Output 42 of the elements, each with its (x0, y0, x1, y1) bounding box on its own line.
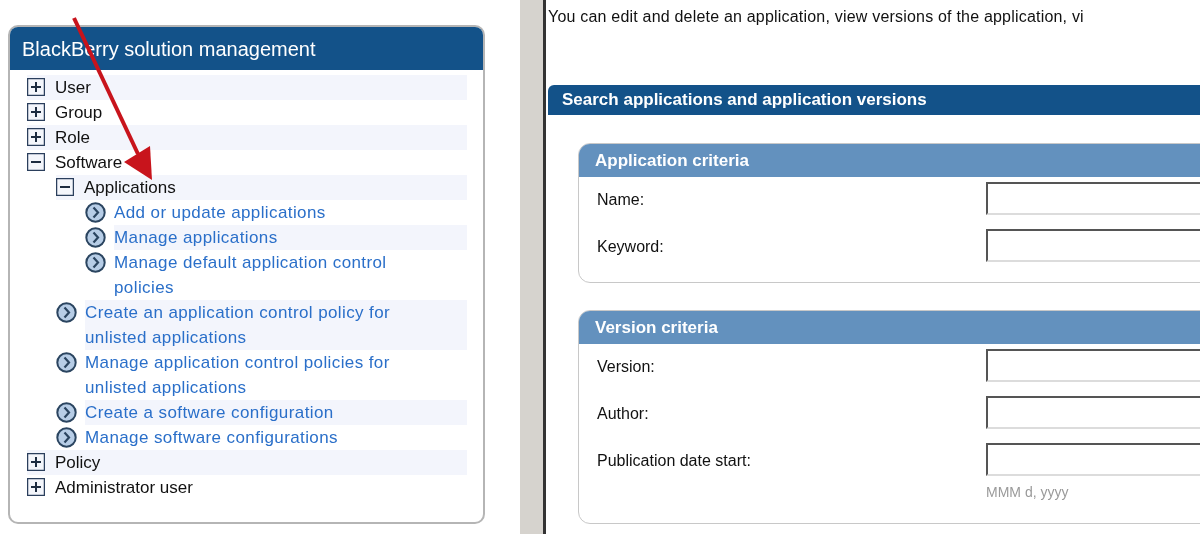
search-title: Search applications and application versions (562, 89, 927, 112)
tree-link[interactable]: Manage software configurations (85, 425, 467, 450)
format-hint: MMM d, yyyy (986, 483, 1070, 502)
tree-link[interactable]: Create an application control policy for unlisted applications (85, 300, 467, 350)
input-field[interactable] (986, 182, 1200, 215)
tree-link[interactable]: Manage applications (114, 225, 467, 250)
section-title: Version criteria (595, 316, 718, 339)
tree-item[interactable]: Administrator user (55, 475, 193, 500)
input-field[interactable] (986, 443, 1200, 476)
tree-link[interactable]: Manage application control policies for unlisted applications (85, 350, 467, 400)
intro-text: You can edit and delete an application, view versions of the application, vi (548, 7, 1085, 27)
expand-icon[interactable] (27, 478, 45, 496)
tree-link[interactable]: Add or update applications (114, 200, 467, 225)
tree-item[interactable]: Policy (55, 450, 101, 475)
chevron-circle-icon (56, 402, 77, 423)
field-label: Keyword: (597, 237, 665, 257)
expand-icon[interactable] (27, 453, 45, 471)
collapse-icon[interactable] (56, 178, 74, 196)
chevron-circle-icon (85, 252, 106, 273)
field-label: Version: (597, 357, 656, 377)
chevron-circle-icon (85, 227, 106, 248)
tree-item[interactable]: Group (55, 100, 103, 125)
field-label: Name: (597, 190, 646, 210)
field-label: Publication date start: (597, 451, 752, 471)
tree-link[interactable]: Create a software configuration (85, 400, 467, 425)
expand-icon[interactable] (27, 103, 45, 121)
tree-link[interactable]: Manage default application control policies (114, 250, 467, 300)
section-title: Application criteria (595, 149, 749, 172)
chevron-circle-icon (56, 352, 77, 373)
tree-item[interactable]: User (55, 75, 91, 100)
chevron-circle-icon (56, 302, 77, 323)
input-field[interactable] (986, 349, 1200, 382)
chevron-circle-icon (56, 427, 77, 448)
expand-icon[interactable] (27, 78, 45, 96)
field-label: Author: (597, 404, 650, 424)
input-field[interactable] (986, 396, 1200, 429)
expand-icon[interactable] (27, 128, 45, 146)
tree-item[interactable]: Role (55, 125, 90, 150)
chevron-circle-icon (85, 202, 106, 223)
collapse-icon[interactable] (27, 153, 45, 171)
tree-item[interactable]: Software (55, 150, 123, 175)
input-field[interactable] (986, 229, 1200, 262)
